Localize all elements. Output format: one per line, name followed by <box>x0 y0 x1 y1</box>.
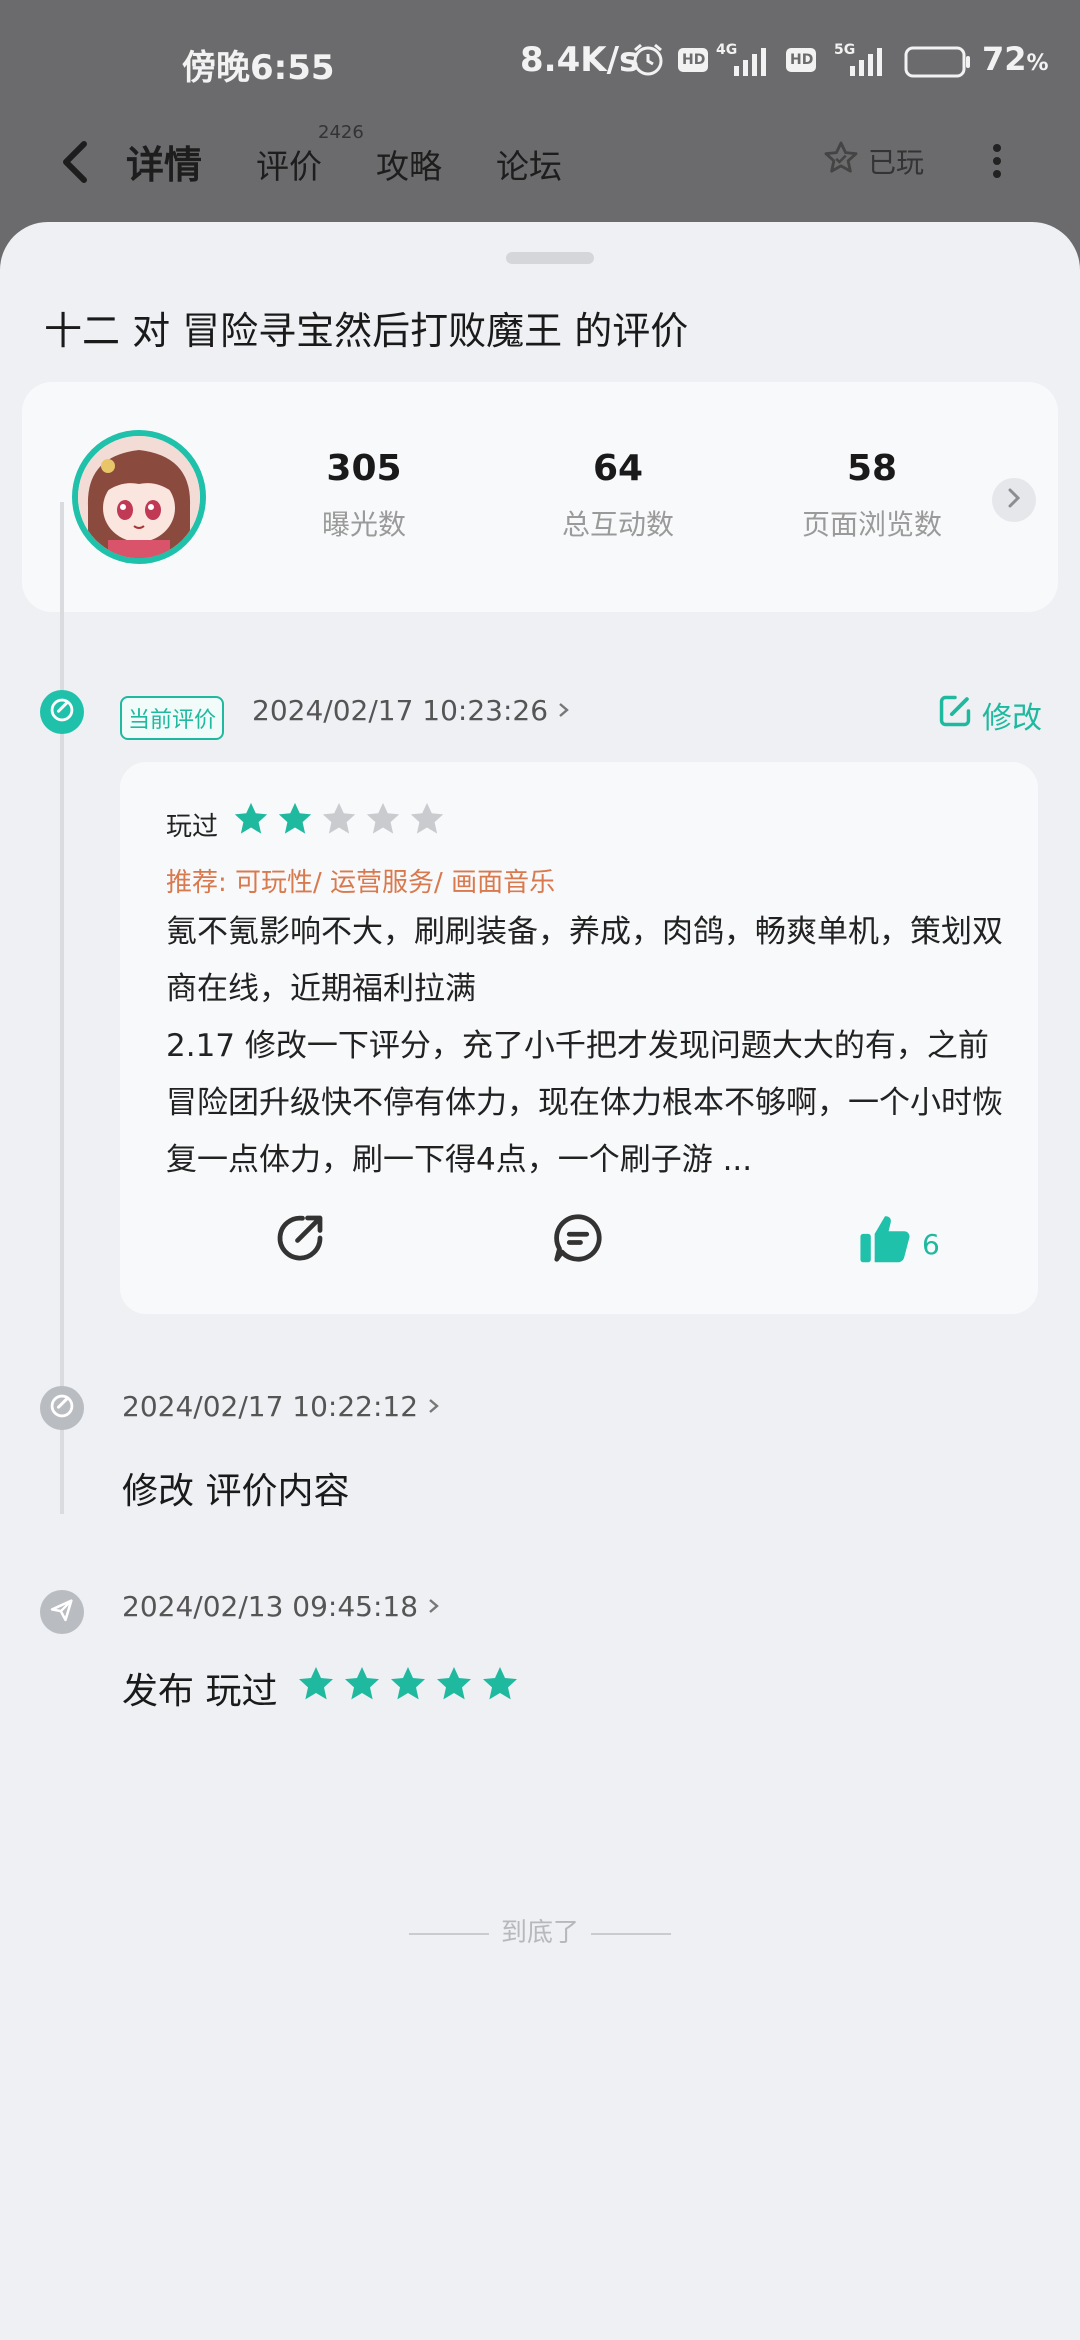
publish-rating-stars <box>296 1664 520 1704</box>
star-empty-icon <box>322 802 356 834</box>
hd-label-2: HD <box>790 52 814 68</box>
star-filled-icon <box>483 1667 517 1700</box>
review-actions: 6 <box>120 1208 1038 1278</box>
stats-card: 305 曝光数 64 总互动数 58 页面浏览数 <box>22 382 1058 612</box>
thumbs-up-icon[interactable] <box>854 1208 916 1274</box>
status-time: 傍晚6:55 <box>182 48 335 88</box>
star-filled-icon <box>299 1667 333 1700</box>
sheet-drag-handle[interactable] <box>506 252 594 264</box>
tab-forum[interactable]: 论坛 <box>496 140 562 188</box>
timeline-dot-publish <box>40 1590 84 1634</box>
status-net-speed: 8.4K/s <box>520 40 640 80</box>
played-label: 已玩 <box>868 146 925 179</box>
back-button[interactable] <box>52 132 100 192</box>
send-icon <box>48 1596 76 1628</box>
edit-review-label: 修改 <box>982 701 1042 736</box>
edit-entry-date[interactable]: 2024/02/17 10:22:12 <box>122 1390 441 1423</box>
app-header: 详情 评价 2426 攻略 论坛 已玩 <box>0 110 1080 220</box>
edit-review-button[interactable]: 修改 <box>936 692 1042 738</box>
edit-check-icon <box>48 696 76 728</box>
publish-entry-date[interactable]: 2024/02/13 09:45:18 <box>122 1590 441 1623</box>
played-button[interactable]: 已玩 <box>822 136 924 186</box>
status-bar: 傍晚6:55 8.4K/s HD 4G HD 5G 72% <box>0 0 1080 120</box>
screen: 傍晚6:55 8.4K/s HD 4G HD 5G 72% 详情 评价 2426… <box>0 0 1080 2340</box>
publish-entry-text: 发布 玩过 <box>122 1671 278 1712</box>
stat-page-views: 58 页面浏览数 <box>762 448 982 543</box>
star-filled-icon <box>437 1667 471 1700</box>
stat-exposure: 305 曝光数 <box>254 448 474 543</box>
timeline-dot-current <box>40 690 84 734</box>
star-empty-icon <box>410 802 444 834</box>
stat-exposure-value: 305 <box>326 448 402 489</box>
comment-icon[interactable] <box>548 1208 608 1272</box>
sheet-title: 十二 对 冒险寻宝然后打败魔王 的评价 <box>44 309 689 353</box>
chevron-right-icon <box>427 1590 441 1623</box>
review-count-badge: 2426 <box>318 122 364 143</box>
stat-exposure-label: 曝光数 <box>321 508 406 541</box>
stat-interactions: 64 总互动数 <box>508 448 728 543</box>
stat-page-views-label: 页面浏览数 <box>801 508 942 541</box>
current-review-tag: 当前评价 <box>120 696 225 740</box>
chevron-right-icon <box>427 1390 441 1423</box>
edit-check-icon <box>48 1392 76 1424</box>
tab-guides[interactable]: 攻略 <box>376 140 442 188</box>
more-options-icon[interactable] <box>988 140 1006 182</box>
like-count: 6 <box>922 1228 940 1261</box>
stats-more-button[interactable] <box>992 478 1036 522</box>
rating-stars <box>232 800 446 838</box>
chevron-right-icon <box>1004 486 1024 514</box>
recommend-tags: 推荐: 可玩性/ 运营服务/ 画面音乐 <box>166 868 556 898</box>
star-filled-icon <box>278 802 312 834</box>
edit-icon <box>936 692 974 738</box>
battery-percent: 72% <box>982 40 1049 78</box>
current-review-date[interactable]: 2024/02/17 10:23:26 <box>252 694 571 727</box>
end-of-list-label: 到底了 <box>500 1918 579 1948</box>
signal-icon <box>730 46 772 80</box>
stat-page-views-value: 58 <box>846 448 898 489</box>
timeline-dot-edit <box>40 1386 84 1430</box>
star-filled-icon <box>345 1667 379 1700</box>
review-card[interactable]: 玩过 推荐: 可玩性/ 运营服务/ 画面音乐 氪不氪影响不大，刷刷装备，养成，肉… <box>120 762 1038 1314</box>
tab-details[interactable]: 详情 <box>126 134 202 189</box>
chevron-right-icon <box>557 694 571 727</box>
end-of-list: 到底了 <box>0 1912 1080 1949</box>
alarm-icon <box>630 42 666 82</box>
avatar[interactable] <box>72 430 206 564</box>
star-filled-icon <box>234 802 268 834</box>
stat-interactions-value: 64 <box>592 448 644 489</box>
signal-icon-2 <box>846 46 888 80</box>
share-icon[interactable] <box>270 1208 330 1272</box>
tab-reviews[interactable]: 评价 <box>256 140 322 188</box>
star-outline-icon <box>822 139 860 184</box>
review-body: 氪不氪影响不大，刷刷装备，养成，肉鸽，畅爽单机，策划双商在线，近期福利拉满 2.… <box>166 914 1003 1178</box>
star-filled-icon <box>391 1667 425 1700</box>
edit-entry-text: 修改 评价内容 <box>122 1471 350 1512</box>
timeline-line <box>60 502 64 1514</box>
hd-label: HD <box>682 52 706 68</box>
played-status: 玩过 <box>166 812 219 842</box>
stat-interactions-label: 总互动数 <box>561 508 674 541</box>
battery-icon <box>904 46 972 82</box>
star-empty-icon <box>366 802 400 834</box>
